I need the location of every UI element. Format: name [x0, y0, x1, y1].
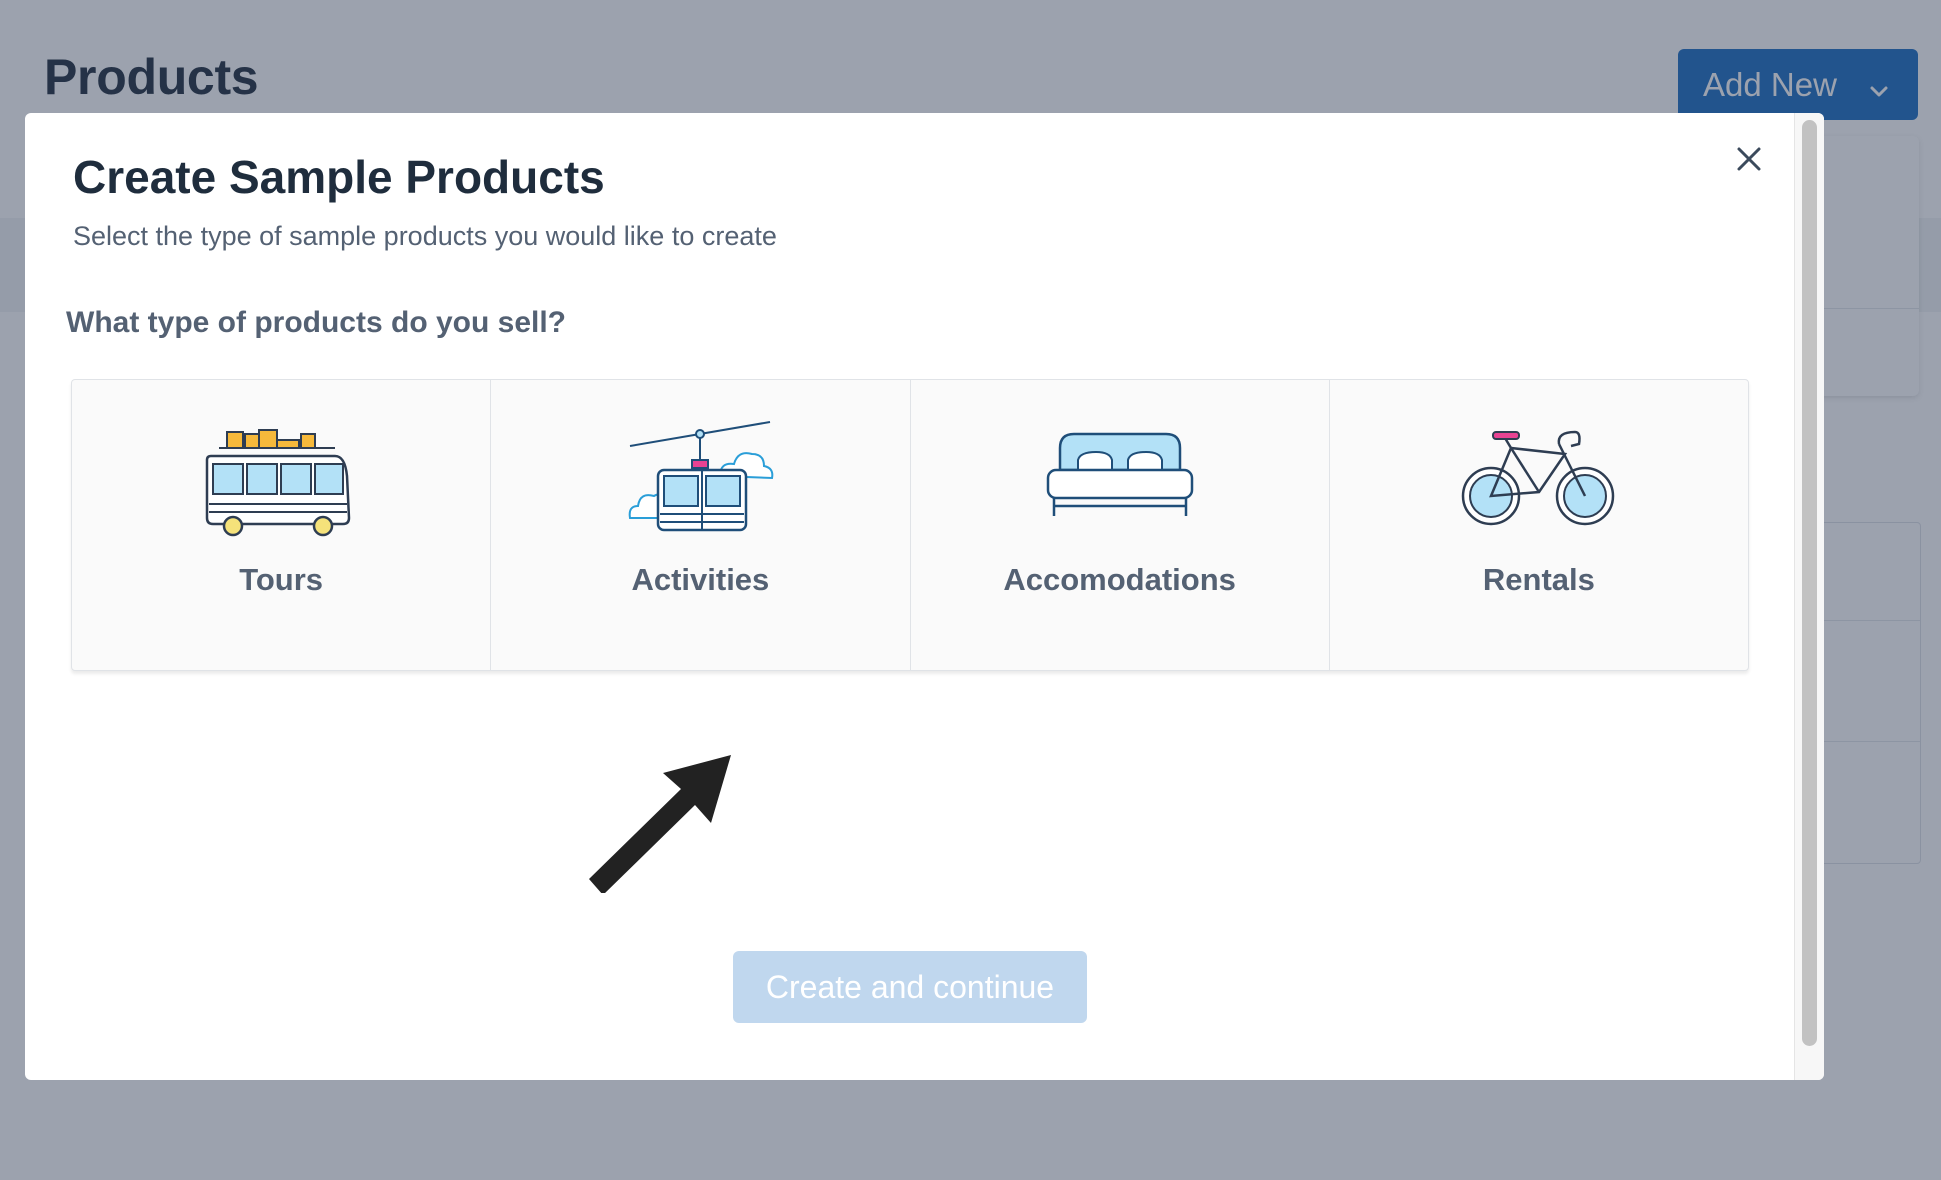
- product-type-options: Tours Activities Accomodations Rentals: [71, 379, 1749, 671]
- modal-subtitle: Select the type of sample products you w…: [73, 221, 777, 251]
- modal-scrollbar-thumb[interactable]: [1802, 120, 1817, 1046]
- modal-scrollbar[interactable]: [1794, 113, 1824, 1080]
- bus-icon: [201, 420, 361, 540]
- option-tours[interactable]: Tours: [72, 380, 492, 670]
- close-button[interactable]: [1729, 141, 1769, 181]
- option-label: Rentals: [1482, 562, 1595, 597]
- option-accomodations[interactable]: Accomodations: [911, 380, 1330, 670]
- bicycle-icon: [1459, 420, 1619, 540]
- create-sample-products-modal: Create Sample Products Select the type o…: [25, 113, 1824, 1080]
- close-icon: [1736, 146, 1762, 177]
- option-activities[interactable]: Activities: [491, 380, 911, 670]
- option-rentals[interactable]: Rentals: [1330, 380, 1748, 670]
- cable-car-icon: [620, 420, 780, 540]
- modal-title: Create Sample Products: [73, 151, 605, 203]
- option-label: Accomodations: [1003, 562, 1236, 597]
- create-and-continue-button[interactable]: Create and continue: [733, 951, 1087, 1023]
- bed-icon: [1040, 420, 1200, 540]
- annotation-arrow-icon: [585, 733, 745, 898]
- option-label: Activities: [631, 562, 770, 597]
- option-label: Tours: [239, 562, 324, 597]
- product-type-question: What type of products do you sell?: [66, 306, 567, 339]
